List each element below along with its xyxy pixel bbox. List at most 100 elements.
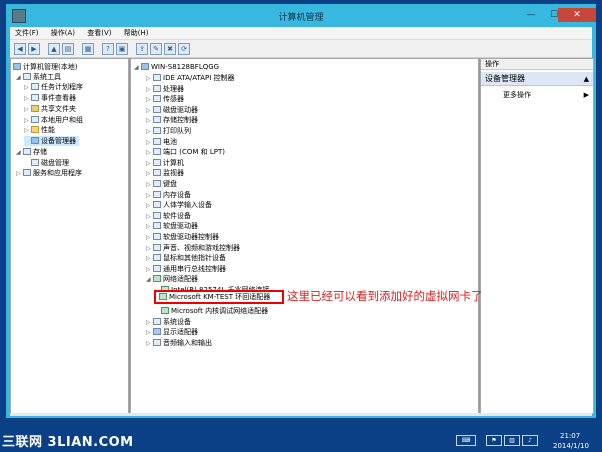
device-category-row[interactable]: ▷ 监视器 xyxy=(146,168,184,178)
menu-help[interactable]: 帮助(H) xyxy=(119,27,154,39)
help-icon[interactable]: ? xyxy=(102,43,114,55)
actions-section-device-manager[interactable]: 设备管理器 ▲ xyxy=(481,72,593,86)
device-category-row[interactable]: ▷ 软盘驱动器控制器 xyxy=(146,232,219,242)
expand-icon[interactable]: ▷ xyxy=(146,244,153,254)
more-actions-item[interactable]: 更多操作 ▶ xyxy=(503,90,589,100)
collapse-icon[interactable]: ◢ xyxy=(16,73,23,83)
device-category-row[interactable]: ▷ 音频输入和输出 xyxy=(146,338,212,348)
menu-view[interactable]: 查看(V) xyxy=(82,27,116,39)
device-tree-root[interactable]: ◢ WIN-S8128BFLQGG xyxy=(134,62,219,72)
expand-icon[interactable]: ▷ xyxy=(146,95,153,105)
expand-icon[interactable]: ▷ xyxy=(146,265,153,275)
properties-icon[interactable]: ▦ xyxy=(82,43,94,55)
minimize-button[interactable]: — xyxy=(520,8,542,22)
expand-icon[interactable]: ▷ xyxy=(146,222,153,232)
console-icon[interactable]: ▣ xyxy=(116,43,128,55)
expand-icon[interactable]: ▷ xyxy=(146,318,153,328)
tree-item-shared-folders[interactable]: ▷ 共享文件夹 xyxy=(24,104,76,114)
expand-icon[interactable]: ▷ xyxy=(146,116,153,126)
device-category-row[interactable]: ▷ 传感器 xyxy=(146,94,184,104)
collapse-icon[interactable]: ◢ xyxy=(134,63,141,73)
update-driver-icon[interactable]: ⇪ xyxy=(136,43,148,55)
collapse-icon[interactable]: ◢ xyxy=(16,148,23,158)
device-category-row[interactable]: ▷ 声音、视频和游戏控制器 xyxy=(146,243,240,253)
window-title: 计算机管理 xyxy=(278,13,324,23)
device-category-row[interactable]: ◢ 网络适配器 xyxy=(146,274,198,284)
up-icon[interactable]: ▲ xyxy=(48,43,60,55)
device-category-row[interactable]: ▷ 打印队列 xyxy=(146,126,191,136)
tree-item-disk-management[interactable]: 磁盘管理 xyxy=(24,158,69,168)
expand-icon[interactable]: ▷ xyxy=(24,94,31,104)
back-icon[interactable]: ◀ xyxy=(14,43,26,55)
device-category-row[interactable]: ▷ 软盘驱动器 xyxy=(146,221,198,231)
expand-icon[interactable]: ▷ xyxy=(146,169,153,179)
device-category-row[interactable]: ▷ 内存设备 xyxy=(146,190,191,200)
expand-icon[interactable]: ▷ xyxy=(146,85,153,95)
tree-item-device-manager[interactable]: 设备管理器 xyxy=(24,136,79,146)
collapse-icon[interactable]: ◢ xyxy=(146,275,153,285)
expand-icon[interactable]: ▷ xyxy=(146,339,153,349)
expand-icon[interactable]: ▷ xyxy=(24,83,31,93)
expand-icon[interactable]: ▷ xyxy=(24,105,31,115)
disable-device-icon[interactable]: ✎ xyxy=(150,43,162,55)
tree-item-services-apps[interactable]: ▷ 服务和应用程序 xyxy=(16,168,82,178)
menu-file[interactable]: 文件(F) xyxy=(10,27,44,39)
expand-icon[interactable]: ▷ xyxy=(146,74,153,84)
expand-icon[interactable]: ▷ xyxy=(146,106,153,116)
device-category-row[interactable]: ▷ 软件设备 xyxy=(146,211,191,221)
device-category-row[interactable]: ▷ 显示适配器 xyxy=(146,327,198,337)
expand-icon[interactable]: ▷ xyxy=(146,159,153,169)
device-category-row[interactable]: ▷ 通用串行总线控制器 xyxy=(146,264,226,274)
expand-icon[interactable]: ▷ xyxy=(146,138,153,148)
device-category-icon xyxy=(153,317,161,325)
expand-icon[interactable]: ▷ xyxy=(146,254,153,264)
expand-icon[interactable]: ▷ xyxy=(146,233,153,243)
show-hide-tree-icon[interactable]: ▤ xyxy=(62,43,74,55)
forward-icon[interactable]: ▶ xyxy=(28,43,40,55)
highlighted-loopback-adapter[interactable]: Microsoft KM-TEST 环回适配器 xyxy=(154,290,284,304)
close-button[interactable]: ✕ xyxy=(558,8,596,22)
device-category-row[interactable]: ▷ 人体学输入设备 xyxy=(146,200,212,210)
tree-item-task-scheduler[interactable]: ▷ 任务计划程序 xyxy=(24,82,83,92)
device-category-row[interactable]: ▷ 计算机 xyxy=(146,158,184,168)
expand-icon[interactable]: ▷ xyxy=(146,328,153,338)
tree-item-local-users[interactable]: ▷ 本地用户和组 xyxy=(24,115,83,125)
device-category-row[interactable]: ▷ 鼠标和其他指针设备 xyxy=(146,253,226,263)
uninstall-device-icon[interactable]: ✖ xyxy=(164,43,176,55)
expand-icon[interactable]: ▷ xyxy=(146,212,153,222)
clock-time[interactable]: 21:07 xyxy=(560,432,580,440)
flag-icon[interactable]: ⚑ xyxy=(486,435,502,446)
expand-icon[interactable]: ▷ xyxy=(146,180,153,190)
device-category-row[interactable]: ▷ 电池 xyxy=(146,137,177,147)
expand-icon[interactable]: ▷ xyxy=(146,127,153,137)
keyboard-icon[interactable]: ⌨ xyxy=(456,435,476,446)
expand-icon[interactable]: ▷ xyxy=(24,126,31,136)
device-category-row[interactable]: ▷ 磁盘驱动器 xyxy=(146,105,198,115)
expand-icon[interactable]: ▷ xyxy=(146,191,153,201)
tree-item-storage[interactable]: ◢ 存储 xyxy=(16,147,47,157)
device-category-row[interactable]: ▷ 键盘 xyxy=(146,179,177,189)
device-category-icon xyxy=(153,201,161,209)
clock-date[interactable]: 2014/1/10 xyxy=(553,442,589,450)
network-icon[interactable]: ▥ xyxy=(504,435,520,446)
menu-action[interactable]: 操作(A) xyxy=(46,27,80,39)
device-category-row[interactable]: ▷ 系统设备 xyxy=(146,317,191,327)
network-adapter-row[interactable]: Microsoft 内核调试网络适配器 xyxy=(161,306,268,316)
device-category-row[interactable]: ▷ 存储控制器 xyxy=(146,115,198,125)
expand-icon[interactable]: ▷ xyxy=(146,201,153,211)
device-category-row[interactable]: ▷ 端口 (COM 和 LPT) xyxy=(146,147,225,157)
title-bar[interactable]: 计算机管理 — ☐ ✕ xyxy=(6,4,596,27)
expand-icon[interactable]: ▷ xyxy=(146,148,153,158)
device-category-icon xyxy=(153,148,161,156)
expand-icon[interactable]: ▷ xyxy=(16,169,23,179)
device-category-row[interactable]: ▷ IDE ATA/ATAPI 控制器 xyxy=(146,73,235,83)
collapse-arrow-icon[interactable]: ▲ xyxy=(584,72,589,86)
device-category-label: 存储控制器 xyxy=(163,116,198,125)
tree-item-performance[interactable]: ▷ 性能 xyxy=(24,125,55,135)
tree-item-event-viewer[interactable]: ▷ 事件查看器 xyxy=(24,93,76,103)
scan-hardware-icon[interactable]: ⟳ xyxy=(178,43,190,55)
device-category-row[interactable]: ▷ 处理器 xyxy=(146,84,184,94)
volume-icon[interactable]: ♪ xyxy=(522,435,538,446)
tree-item-system-tools[interactable]: ◢ 系统工具 xyxy=(16,72,61,82)
tree-item-computer-management[interactable]: 计算机管理(本地) xyxy=(13,62,77,72)
